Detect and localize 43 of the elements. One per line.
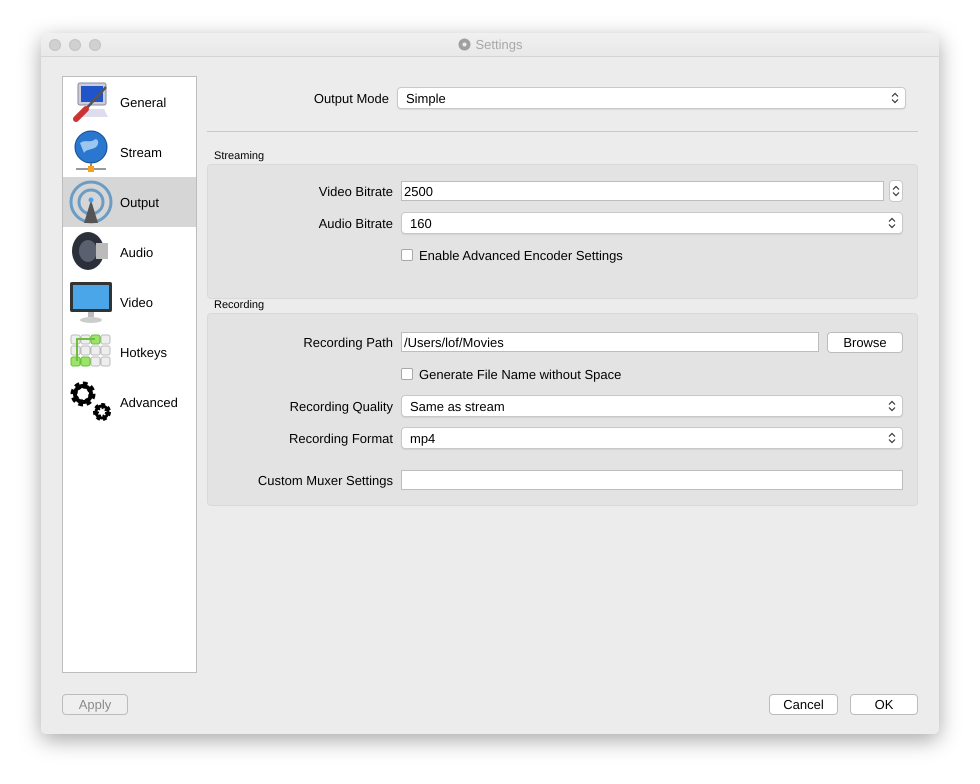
updown-icon bbox=[891, 92, 899, 104]
dropdown[interactable]: Same as stream bbox=[401, 395, 903, 417]
sidebar-item[interactable]: Stream bbox=[63, 127, 196, 177]
updown-icon bbox=[888, 217, 896, 229]
ok-button[interactable]: OK bbox=[850, 694, 918, 715]
zoom-button[interactable] bbox=[89, 38, 101, 50]
sidebar-item[interactable]: Hotkeys bbox=[63, 327, 196, 377]
input-field[interactable]: 2500 bbox=[401, 181, 884, 201]
field-label: Recording Path bbox=[302, 334, 394, 350]
group-title: Streaming bbox=[213, 149, 266, 164]
sidebar-item[interactable]: Advanced bbox=[63, 377, 196, 427]
sidebar-item[interactable]: Output bbox=[63, 177, 196, 227]
dropdown[interactable]: 160 bbox=[401, 212, 903, 234]
field-label: Recording Quality bbox=[288, 398, 394, 414]
minimize-button[interactable] bbox=[69, 38, 81, 50]
input-field[interactable]: /Users/lof/Movies bbox=[401, 332, 819, 352]
input-field[interactable] bbox=[401, 470, 903, 490]
sidebar-item[interactable]: Audio bbox=[63, 227, 196, 277]
app-logo-icon bbox=[458, 38, 470, 51]
browse-button[interactable]: Browse bbox=[827, 332, 903, 352]
updown-icon bbox=[888, 432, 896, 444]
dropdown[interactable]: mp4 bbox=[401, 427, 903, 449]
window-title: Settings bbox=[476, 37, 522, 52]
checkbox-label: Generate File Name without Space bbox=[419, 366, 622, 382]
field-label: Output Mode bbox=[312, 90, 390, 106]
monitor-icon bbox=[68, 279, 114, 325]
updown-icon bbox=[888, 400, 896, 412]
sidebar-item[interactable]: Video bbox=[63, 277, 196, 327]
close-button[interactable] bbox=[49, 38, 61, 50]
group-title: Recording bbox=[213, 299, 266, 313]
cancel-button[interactable]: Cancel bbox=[769, 694, 838, 715]
updown-icon bbox=[892, 185, 900, 197]
checkbox[interactable] bbox=[401, 249, 413, 261]
field-label: Video Bitrate bbox=[318, 184, 394, 198]
field-label: Audio Bitrate bbox=[318, 216, 394, 230]
field-label: Recording Format bbox=[288, 430, 394, 446]
field-label: Custom Muxer Settings bbox=[256, 472, 394, 488]
sidebar-item[interactable]: General bbox=[63, 77, 196, 127]
broadcast-antenna-icon bbox=[68, 179, 114, 225]
checkbox-label: Enable Advanced Encoder Settings bbox=[419, 248, 623, 262]
dropdown[interactable]: Simple bbox=[397, 87, 906, 109]
spin-button[interactable] bbox=[889, 180, 903, 202]
checkbox[interactable] bbox=[401, 368, 413, 380]
